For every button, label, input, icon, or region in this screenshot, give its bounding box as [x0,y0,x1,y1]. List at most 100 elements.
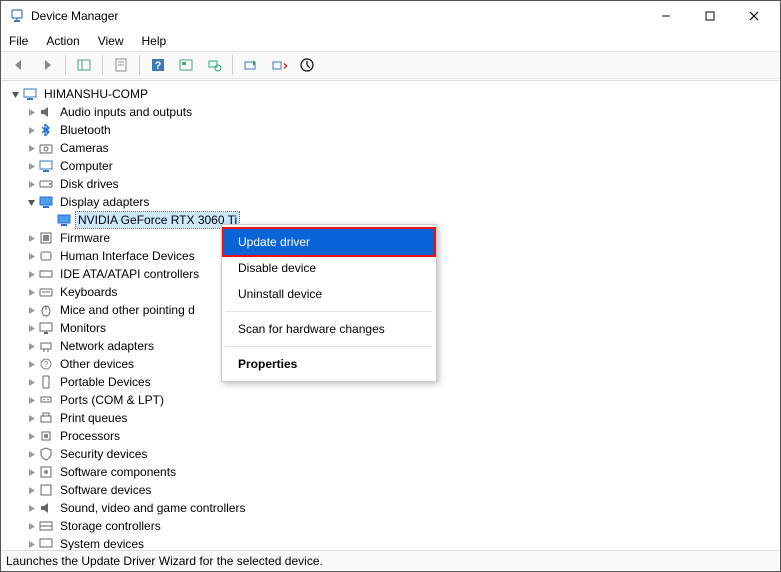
back-button[interactable] [7,53,31,77]
chevron-right-icon[interactable] [24,267,38,281]
chevron-right-icon[interactable] [24,429,38,443]
tree-item-label: Display adapters [58,194,151,210]
tree-item-software-devices[interactable]: Software devices [6,481,779,499]
chevron-right-icon[interactable] [24,465,38,479]
chevron-right-icon[interactable] [24,285,38,299]
chevron-right-icon[interactable] [24,537,38,550]
tree-item-cameras[interactable]: Cameras [6,139,779,157]
tree-item-label: Cameras [58,140,111,156]
chevron-right-icon[interactable] [24,447,38,461]
tree-item-disk-drives[interactable]: Disk drives [6,175,779,193]
portable-icon [38,374,54,390]
storage-icon [38,518,54,534]
camera-icon [38,140,54,156]
tree-item-security[interactable]: Security devices [6,445,779,463]
context-separator [226,346,432,347]
tree-item-label: Print queues [58,410,129,426]
show-hide-console-button[interactable] [72,53,96,77]
menu-action[interactable]: Action [44,32,81,50]
tree-item-storage[interactable]: Storage controllers [6,517,779,535]
chevron-right-icon[interactable] [24,321,38,335]
chevron-right-icon[interactable] [24,159,38,173]
window-title: Device Manager [31,9,118,23]
tree-item-print-queues[interactable]: Print queues [6,409,779,427]
tree-item-audio[interactable]: Audio inputs and outputs [6,103,779,121]
svg-text:×: × [283,59,287,73]
menu-file[interactable]: File [7,32,30,50]
properties-button[interactable] [109,53,133,77]
chevron-right-icon[interactable] [24,105,38,119]
mouse-icon [38,302,54,318]
close-button[interactable] [732,1,776,31]
chevron-right-icon[interactable] [24,303,38,317]
action-properties-button[interactable] [174,53,198,77]
tree-item-label: Human Interface Devices [58,248,197,264]
status-text: Launches the Update Driver Wizard for th… [6,554,323,568]
bluetooth-icon [38,122,54,138]
uninstall-device-button[interactable]: × [267,53,291,77]
tree-root[interactable]: HIMANSHU-COMP [6,85,779,103]
tree-root-label: HIMANSHU-COMP [42,86,150,102]
forward-button[interactable] [35,53,59,77]
tree-item-sound[interactable]: Sound, video and game controllers [6,499,779,517]
chevron-right-icon[interactable] [24,339,38,353]
tree-item-ports[interactable]: Ports (COM & LPT) [6,391,779,409]
ide-icon [38,266,54,282]
sound-icon [38,500,54,516]
tree-item-bluetooth[interactable]: Bluetooth [6,121,779,139]
tree-item-processors[interactable]: Processors [6,427,779,445]
chevron-right-icon[interactable] [24,231,38,245]
context-properties[interactable]: Properties [224,351,434,377]
chevron-right-icon[interactable] [24,375,38,389]
system-icon [38,536,54,550]
display-adapter-icon [38,194,54,210]
tree-item-label: Other devices [58,356,136,372]
svg-text:?: ? [155,60,162,72]
context-disable-device[interactable]: Disable device [224,255,434,281]
tree-item-label: Storage controllers [58,518,163,534]
tree-item-software-components[interactable]: Software components [6,463,779,481]
disable-device-button[interactable] [295,53,319,77]
help-button[interactable]: ? [146,53,170,77]
chevron-right-icon[interactable] [24,249,38,263]
minimize-button[interactable] [644,1,688,31]
context-scan-hardware[interactable]: Scan for hardware changes [224,316,434,342]
context-update-driver[interactable]: Update driver [224,229,434,255]
tree-item-computer[interactable]: Computer [6,157,779,175]
context-uninstall-device[interactable]: Uninstall device [224,281,434,307]
chevron-right-icon[interactable] [24,501,38,515]
tree-item-label: IDE ATA/ATAPI controllers [58,266,201,282]
tree-item-label: Mice and other pointing d [58,302,197,318]
tree-item-label: Processors [58,428,122,444]
menu-view[interactable]: View [96,32,126,50]
other-icon: ? [38,356,54,372]
tree-item-label: Audio inputs and outputs [58,104,194,120]
context-menu: Update driver Disable device Uninstall d… [221,224,437,382]
chevron-right-icon[interactable] [24,123,38,137]
monitor-icon [38,320,54,336]
chevron-down-icon[interactable] [24,195,38,209]
audio-icon [38,104,54,120]
firmware-icon [38,230,54,246]
maximize-button[interactable] [688,1,732,31]
tree-item-system-devices[interactable]: System devices [6,535,779,550]
cpu-icon [38,428,54,444]
chevron-down-icon[interactable] [8,87,22,101]
update-driver-button[interactable] [239,53,263,77]
chevron-right-icon[interactable] [24,393,38,407]
scan-hardware-button[interactable] [202,53,226,77]
chevron-right-icon[interactable] [24,411,38,425]
chevron-right-icon[interactable] [24,141,38,155]
menu-help[interactable]: Help [140,32,169,50]
tree-item-display-adapters[interactable]: Display adapters [6,193,779,211]
chevron-right-icon[interactable] [24,177,38,191]
disk-icon [38,176,54,192]
app-icon [9,8,25,24]
chevron-right-icon[interactable] [24,483,38,497]
hid-icon [38,248,54,264]
tree-item-label: Software components [58,464,178,480]
tree-item-label: Computer [58,158,115,174]
chevron-right-icon[interactable] [24,357,38,371]
tree-item-label: Software devices [58,482,153,498]
chevron-right-icon[interactable] [24,519,38,533]
